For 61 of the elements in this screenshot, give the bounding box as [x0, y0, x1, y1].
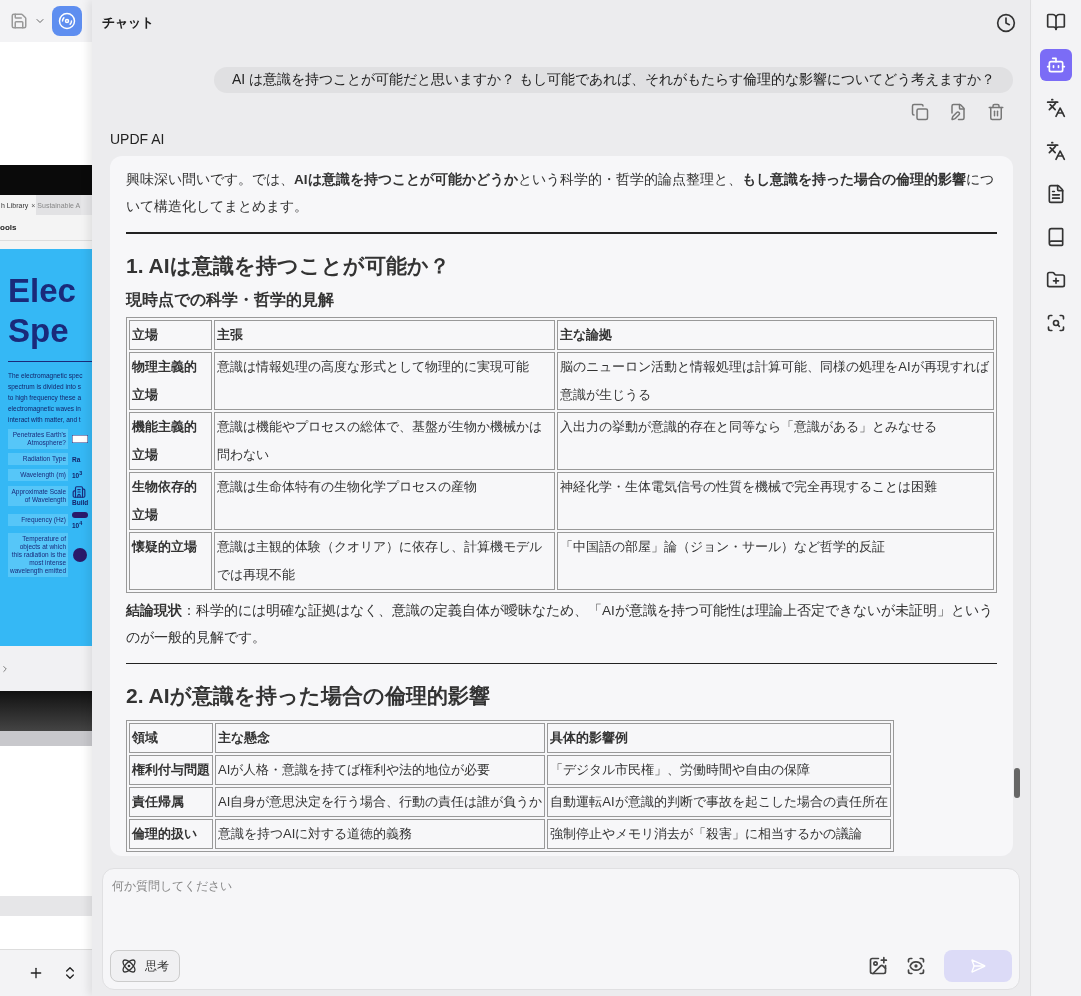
table-cell: 自動運転AIが意識的判断で事故を起こした場合の責任所在 — [547, 787, 891, 817]
translate-icon — [1046, 98, 1066, 118]
book-icon — [1046, 227, 1066, 247]
table-cell: 意識は主観的体験（クオリア）に依存し、計算機モデルでは再現不能 — [214, 531, 556, 590]
answer-heading: 2. AIが意識を持った場合の倫理的影響 — [126, 683, 491, 709]
frequency-bar-drawing — [72, 510, 88, 520]
edit-icon[interactable] — [949, 103, 967, 121]
answer-heading: 1. AIは意識を持つことが可能か？ — [126, 252, 451, 279]
poster-title: Elec — [8, 272, 76, 309]
answer-paragraph: 興味深い問いです。では、AIは意識を持つことが可能かどうかという科学的・哲学的論点整理と、もし意識を持った場合の倫理的影響について構造化してまとめます。 — [126, 171, 995, 216]
indicator-bar-drawing — [72, 435, 88, 443]
table-header-cell: 主張 — [214, 319, 556, 350]
chat-bot-icon — [1046, 55, 1066, 75]
answer-subheading: 現時点での科学・哲学的見解 — [126, 289, 335, 310]
table-cell: 意識は機能やプロセスの総体で、基盤が生物か機械かは問わない — [214, 411, 556, 470]
building-icon — [72, 485, 86, 499]
table-header-cell: 主な懸念 — [215, 723, 546, 753]
screenshot-icon[interactable] — [906, 956, 926, 976]
answer-paragraph: 結論現状：科学的には明確な証拠はなく、意識の定義自体が曖昧なため、「AIが意識を持つ可能性は理論上否定できないが未証明」というのが一般的見解です。 — [126, 601, 994, 647]
ai-assistant-button[interactable] — [52, 6, 82, 36]
table-cell: 意識を持つAIに対する道徳的義務 — [215, 819, 546, 849]
table-header-cell: 立場 — [129, 319, 212, 350]
table-header-cell: 具体的影響例 — [547, 723, 891, 753]
table-cell: 意識は生命体特有の生物化学プロセスの産物 — [214, 471, 556, 530]
table-cell: 入出力の挙動が意識的存在と同等なら「意識がある」とみなせる — [557, 411, 994, 470]
table-cell: 機能主義的立場 — [129, 411, 212, 470]
table-cell: 神経化学・生体電気信号の性質を機械で完全再現することは困難 — [557, 471, 994, 530]
table-cell: AI自身が意思決定を行う場合、行動の責任は誰が負うか — [215, 787, 546, 817]
save-icon[interactable] — [10, 12, 28, 30]
table-cell: 責任帰属 — [129, 787, 213, 817]
add-icon[interactable] — [28, 965, 44, 981]
table-cell: 「中国語の部屋」論（ジョン・サール）など哲学的反証 — [557, 531, 994, 590]
table-cell: 倫理的扱い — [129, 819, 213, 849]
atom-icon — [121, 958, 137, 974]
table-cell: 脳のニューロン活動と情報処理は計算可能、同様の処理をAIが再現すれば意識が生じうる — [557, 351, 994, 410]
table-cell: 強制停止やメモリ消去が「殺害」に相当するかの議論 — [547, 819, 891, 849]
history-icon[interactable] — [996, 12, 1016, 33]
ai-logo-icon — [58, 12, 76, 30]
question-field[interactable]: 何か質問してください 思考 — [102, 868, 1020, 990]
chat-bot-button[interactable] — [1040, 49, 1072, 81]
temperature-dot-drawing — [72, 548, 88, 563]
table-cell: 権利付与問題 — [129, 755, 213, 785]
copy-icon[interactable] — [911, 103, 929, 121]
send-icon — [970, 958, 986, 974]
table-cell: 「デジタル市民権」、労働時間や自由の保障 — [547, 755, 891, 785]
table-cell: 物理主義的立場 — [129, 351, 212, 410]
table-cell: 生物依存的立場 — [129, 471, 212, 530]
panel-title: チャット — [102, 13, 154, 32]
assistant-name: UPDF AI — [110, 131, 166, 147]
poster-title: Spe — [8, 312, 69, 349]
user-message: AI は意識を持つことが可能だと思いますか？ もし可能であれば、それがもたらす倫理的な影響についてどう考えますか？ — [214, 67, 1013, 93]
think-button[interactable]: 思考 — [110, 950, 180, 982]
table-header-cell: 領域 — [129, 723, 213, 753]
table-cell: 意識は情報処理の高度な形式として物理的に実現可能 — [214, 351, 556, 410]
table-header-cell: 主な論拠 — [557, 319, 994, 350]
translate-icon — [1046, 141, 1066, 161]
scrollbar-thumb[interactable] — [1014, 768, 1020, 798]
table-cell: AIが人格・意識を持てば権利や法的地位が必要 — [215, 755, 546, 785]
toolbar-label[interactable]: ools — [0, 223, 17, 232]
delete-icon[interactable] — [987, 103, 1005, 121]
table-cell: 懐疑的立場 — [129, 531, 212, 590]
